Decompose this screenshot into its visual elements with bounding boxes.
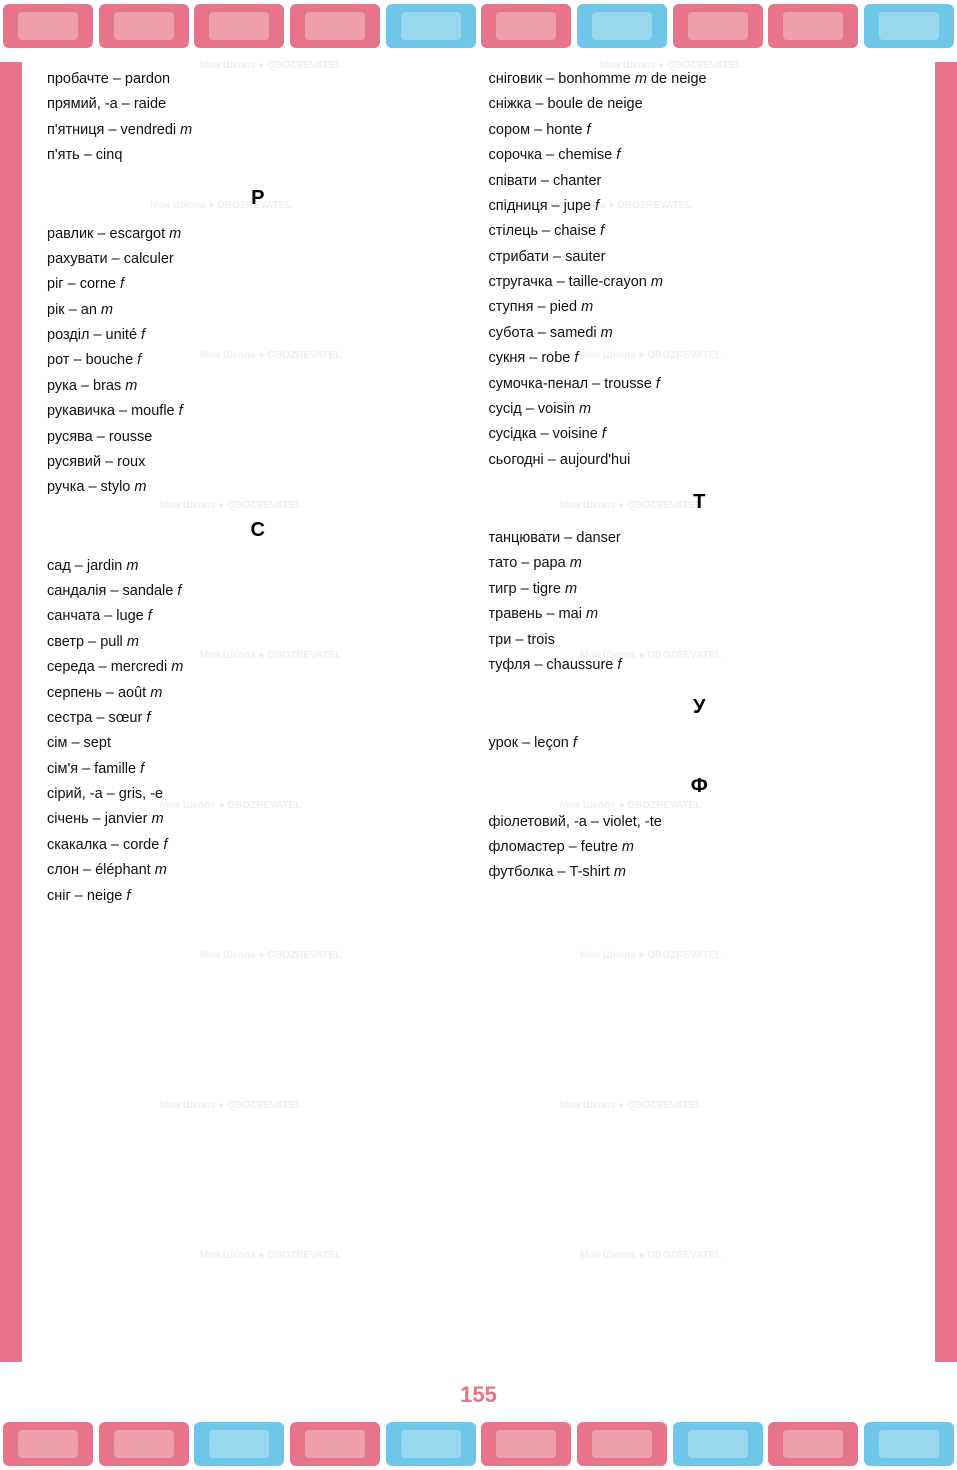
entry-priamyi: прямий, -а – raide — [47, 92, 469, 117]
bottom-tile-2 — [99, 1422, 189, 1466]
entry-snig: сніг – neige f — [47, 884, 469, 909]
entry-subota: субота – samedi m — [489, 321, 911, 346]
bottom-tile-8 — [673, 1422, 763, 1466]
entry-sandaliia: сандалія – sandale f — [47, 579, 469, 604]
entry-futbolka: футболка – T-shirt m — [489, 860, 911, 885]
top-tile-9 — [768, 4, 858, 48]
top-tile-4 — [290, 4, 380, 48]
right-stripe — [935, 62, 957, 1362]
entry-strybaty: стрибати – sauter — [489, 245, 911, 270]
bottom-tile-1 — [3, 1422, 93, 1466]
entry-skakalka: скакалка – corde f — [47, 833, 469, 858]
entry-spivaty: співати – chanter — [489, 169, 911, 194]
entry-tyhr: тигр – tigre m — [489, 577, 911, 602]
entry-stupnia: ступня – pied m — [489, 295, 911, 320]
entry-siohodni: сьогодні – aujourd'hui — [489, 448, 911, 473]
top-tile-3 — [194, 4, 284, 48]
entry-flomaster: фломастер – feutre m — [489, 835, 911, 860]
entry-fioletovyi: фіолетовий, -а – violet, -te — [489, 810, 911, 835]
entry-susidka: сусідка – voisine f — [489, 422, 911, 447]
entry-rozdil: розділ – unité f — [47, 323, 469, 348]
entry-ruka: рука – bras m — [47, 374, 469, 399]
entry-piat: п'ять – cinq — [47, 143, 469, 168]
entry-tantsyuvaty: танцювати – danser — [489, 526, 911, 551]
entry-snizhka: сніжка – boule de neige — [489, 92, 911, 117]
entry-svetr: светр – pull m — [47, 630, 469, 655]
entry-rusyava: русява – rousse — [47, 425, 469, 450]
entry-suknia: сукня – robe f — [489, 346, 911, 371]
top-tile-10 — [864, 4, 954, 48]
bottom-tile-6 — [481, 1422, 571, 1466]
entry-sanchata: санчата – luge f — [47, 604, 469, 629]
entry-try: три – trois — [489, 628, 911, 653]
top-tile-8 — [673, 4, 763, 48]
bottom-tile-4 — [290, 1422, 380, 1466]
section-header-s: С — [47, 513, 469, 548]
top-tile-6 — [481, 4, 571, 48]
top-tile-5 — [386, 4, 476, 48]
entry-struhachka: стругачка – taille-crayon m — [489, 270, 911, 295]
entry-probachte: пробачте – pardon — [47, 67, 469, 92]
entry-traven: травень – mai m — [489, 602, 911, 627]
entry-rakhuvaty: рахувати – calculer — [47, 247, 469, 272]
right-column: сніговик – bonhomme m de neige сніжка – … — [479, 67, 921, 1357]
entry-urok: урок – leçon f — [489, 731, 911, 756]
entry-ruchka: ручка – stylo m — [47, 475, 469, 500]
section-header-u: У — [489, 690, 911, 725]
left-column: пробачте – pardon прямий, -а – raide п'я… — [37, 67, 479, 1357]
content-area: пробачте – pardon прямий, -а – raide п'я… — [22, 62, 935, 1362]
entry-spidnytsia: спідниця – jupe f — [489, 194, 911, 219]
entry-sumochka: сумочка-пенал – trousse f — [489, 372, 911, 397]
bottom-tile-9 — [768, 1422, 858, 1466]
entry-rukavychka: рукавичка – moufle f — [47, 399, 469, 424]
entry-simia: сім'я – famille f — [47, 757, 469, 782]
section-header-r: Р — [47, 181, 469, 216]
entry-rusyavyi: русявий – roux — [47, 450, 469, 475]
section-header-t: Т — [489, 485, 911, 520]
bottom-tile-10 — [864, 1422, 954, 1466]
bottom-tile-7 — [577, 1422, 667, 1466]
entry-ravlyk: равлик – escargot m — [47, 222, 469, 247]
bottom-border-strip — [0, 1418, 957, 1470]
entry-serpen: серпень – août m — [47, 681, 469, 706]
entry-sichen: січень – janvier m — [47, 807, 469, 832]
bottom-tile-3 — [194, 1422, 284, 1466]
section-header-f: Ф — [489, 769, 911, 804]
left-stripe — [0, 62, 22, 1362]
entry-susid: сусід – voisin m — [489, 397, 911, 422]
entry-rih: ріг – corne f — [47, 272, 469, 297]
top-tile-7 — [577, 4, 667, 48]
top-tile-2 — [99, 4, 189, 48]
entry-tato: тато – papa m — [489, 551, 911, 576]
entry-sim: сім – sept — [47, 731, 469, 756]
entry-siryi: сірий, -а – gris, -е — [47, 782, 469, 807]
entry-snihovyk: сніговик – bonhomme m de neige — [489, 67, 911, 92]
entry-rot: рот – bouche f — [47, 348, 469, 373]
top-tile-1 — [3, 4, 93, 48]
entry-sorochka: сорочка – chemise f — [489, 143, 911, 168]
page-number: 155 — [0, 1382, 957, 1408]
entry-sestra: сестра – sœur f — [47, 706, 469, 731]
entry-tuflia: туфля – chaussure f — [489, 653, 911, 678]
entry-stilets: стілець – chaise f — [489, 219, 911, 244]
entry-sorom: сором – honte f — [489, 118, 911, 143]
bottom-tile-5 — [386, 1422, 476, 1466]
entry-piatnytsia: п'ятниця – vendredi m — [47, 118, 469, 143]
entry-sad: сад – jardin m — [47, 554, 469, 579]
top-border-strip — [0, 0, 957, 52]
entry-sereda: середа – mercredi m — [47, 655, 469, 680]
main-content: пробачте – pardon прямий, -а – raide п'я… — [0, 52, 957, 1372]
entry-slon: слон – éléphant m — [47, 858, 469, 883]
entry-rik: рік – an m — [47, 298, 469, 323]
